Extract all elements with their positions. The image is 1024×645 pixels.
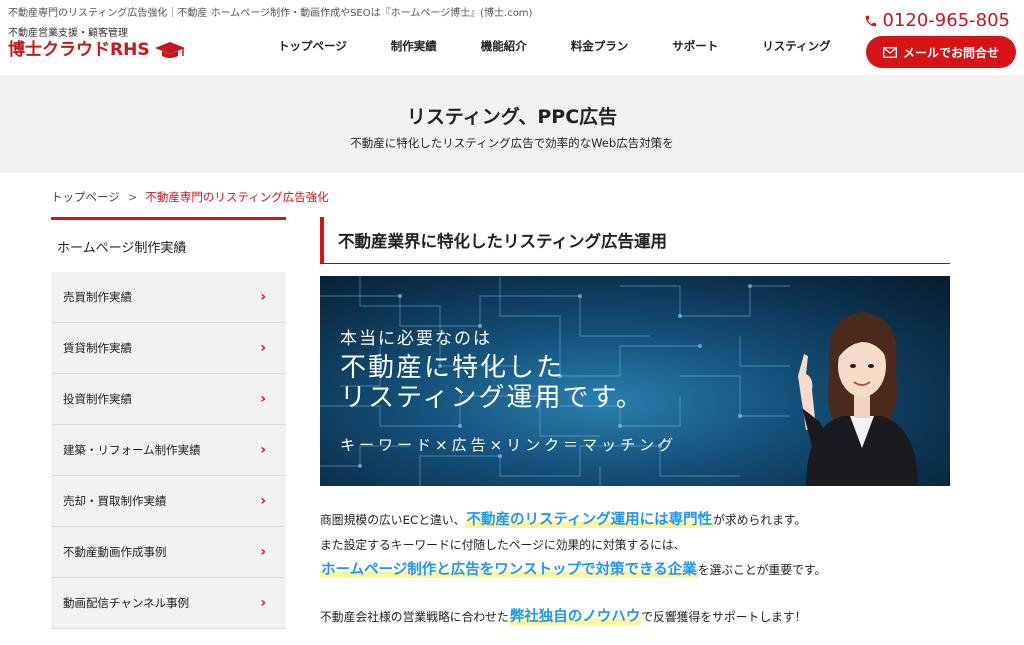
nav-support[interactable]: サポート (672, 38, 718, 54)
mail-icon (883, 46, 897, 58)
page-title: リスティング、PPC広告 (406, 106, 618, 128)
intro-line-1: 商圏規模の広いECと違い、不動産のリスティング運用には専門性が求められます。 (320, 508, 950, 533)
logo-title: 博士クラウドRHS (8, 40, 150, 60)
chevron-right-icon: › (260, 289, 266, 305)
chevron-right-icon: › (260, 442, 266, 458)
banner-line-4: キーワード×広告×リンク＝マッチング (340, 436, 678, 454)
main-nav: トップページ 制作実績 機能紹介 料金プラン サポート リスティング (260, 38, 831, 54)
chevron-right-icon: › (260, 340, 266, 356)
intro-text: で反響獲得をサポートします！ (641, 610, 807, 624)
site-tagline: 不動産専門のリスティング広告強化｜不動産 ホームページ制作・動画作成やSEOは『… (8, 8, 533, 19)
section-title: 不動産業界に特化したリスティング広告運用 (320, 217, 950, 264)
highlight-text: 不動産のリスティング運用には専門性 (465, 512, 714, 528)
chevron-right-icon: › (260, 544, 266, 560)
sidebar: ホームページ制作実績 売買制作実績 › 賃貸制作実績 › 投資制作実績 › 建築… (51, 217, 286, 629)
sidebar-item-construction[interactable]: 建築・リフォーム制作実績 › (51, 425, 286, 476)
nav-listing[interactable]: リスティング (762, 38, 830, 54)
chevron-right-icon: › (260, 493, 266, 509)
nav-works[interactable]: 制作実績 (391, 38, 437, 54)
sidebar-item-label: 売却・買取制作実績 (63, 494, 167, 508)
highlight-text: ホームページ制作と広告をワンストップで対策できる企業 (320, 562, 698, 578)
mail-contact-button[interactable]: メールでお問合せ (866, 36, 1016, 68)
sidebar-item-investment[interactable]: 投資制作実績 › (51, 374, 286, 425)
intro-text: 不動産会社様の営業戦略に合わせた (320, 610, 509, 624)
breadcrumb-home[interactable]: トップページ (51, 189, 120, 205)
intro-line-4: 不動産会社様の営業戦略に合わせた弊社独自のノウハウで反響獲得をサポートします！ (320, 605, 950, 630)
banner-line-1: 本当に必要なのは (340, 329, 492, 349)
chevron-right-icon: › (260, 595, 266, 611)
sidebar-item-label: 不動産動画作成事例 (63, 545, 167, 559)
sidebar-item-video[interactable]: 不動産動画作成事例 › (51, 527, 286, 578)
highlight-text: 弊社独自のノウハウ (508, 609, 642, 625)
sidebar-item-sales[interactable]: 売買制作実績 › (51, 272, 286, 323)
sidebar-item-rental[interactable]: 賃貸制作実績 › (51, 323, 286, 374)
site-logo[interactable]: 不動産営業支援・顧客管理 博士クラウドRHS (8, 28, 186, 60)
banner-line-2: 不動産に特化した (340, 353, 565, 383)
listing-banner: 本当に必要なのは 不動産に特化した リスティング運用です。 キーワード×広告×リ… (320, 276, 950, 486)
breadcrumb-separator: > (127, 190, 138, 204)
intro-line-2: また設定するキーワードに付随したページに効果的に対策するには、 (320, 538, 686, 552)
nav-pricing[interactable]: 料金プラン (571, 38, 629, 54)
intro-text: 商圏規模の広いECと違い、 (320, 513, 466, 527)
chevron-right-icon: › (260, 391, 266, 407)
phone-number-text: 0120-965-805 (882, 10, 1010, 31)
breadcrumb-current: 不動産専門のリスティング広告強化 (145, 190, 329, 204)
page-hero: リスティング、PPC広告 不動産に特化したリスティング広告で効率的なWeb広告対… (0, 75, 1024, 173)
phone-icon (866, 15, 877, 26)
nav-top[interactable]: トップページ (278, 38, 347, 54)
banner-line-3: リスティング運用です。 (340, 383, 644, 413)
intro-paragraph: 商圏規模の広いECと違い、不動産のリスティング運用には専門性が求められます。 ま… (320, 508, 950, 630)
logo-subtitle: 不動産営業支援・顧客管理 (8, 28, 128, 39)
mail-button-label: メールでお問合せ (902, 45, 999, 60)
logo-title-row: 博士クラウドRHS (8, 40, 186, 60)
breadcrumb: トップページ > 不動産専門のリスティング広告強化 (51, 189, 329, 205)
intro-line-3: ホームページ制作と広告をワンストップで対策できる企業を選ぶことが重要です。 (320, 558, 950, 583)
main-content: 不動産業界に特化したリスティング広告運用 本当に必要なのは 不動産に特化した リ… (320, 217, 950, 630)
businesswoman-illustration (798, 312, 918, 486)
phone-number[interactable]: 0120-965-805 (864, 10, 1010, 31)
sidebar-item-label: 売買制作実績 (63, 290, 132, 304)
nav-features[interactable]: 機能紹介 (481, 38, 527, 54)
sidebar-item-selling[interactable]: 売却・買取制作実績 › (51, 476, 286, 527)
sidebar-heading: ホームページ制作実績 (51, 217, 286, 272)
sidebar-item-label: 建築・リフォーム制作実績 (63, 443, 201, 457)
intro-text: が求められます。 (713, 513, 807, 527)
sidebar-item-label: 動画配信チャンネル事例 (63, 596, 190, 610)
intro-text: を選ぶことが重要です。 (697, 563, 827, 577)
sidebar-item-label: 賃貸制作実績 (63, 341, 132, 355)
page-subtitle: 不動産に特化したリスティング広告で効率的なWeb広告対策を (350, 136, 674, 150)
sidebar-item-label: 投資制作実績 (63, 392, 132, 406)
mortarboard-icon (154, 42, 185, 58)
sidebar-item-channel[interactable]: 動画配信チャンネル事例 › (51, 578, 286, 629)
